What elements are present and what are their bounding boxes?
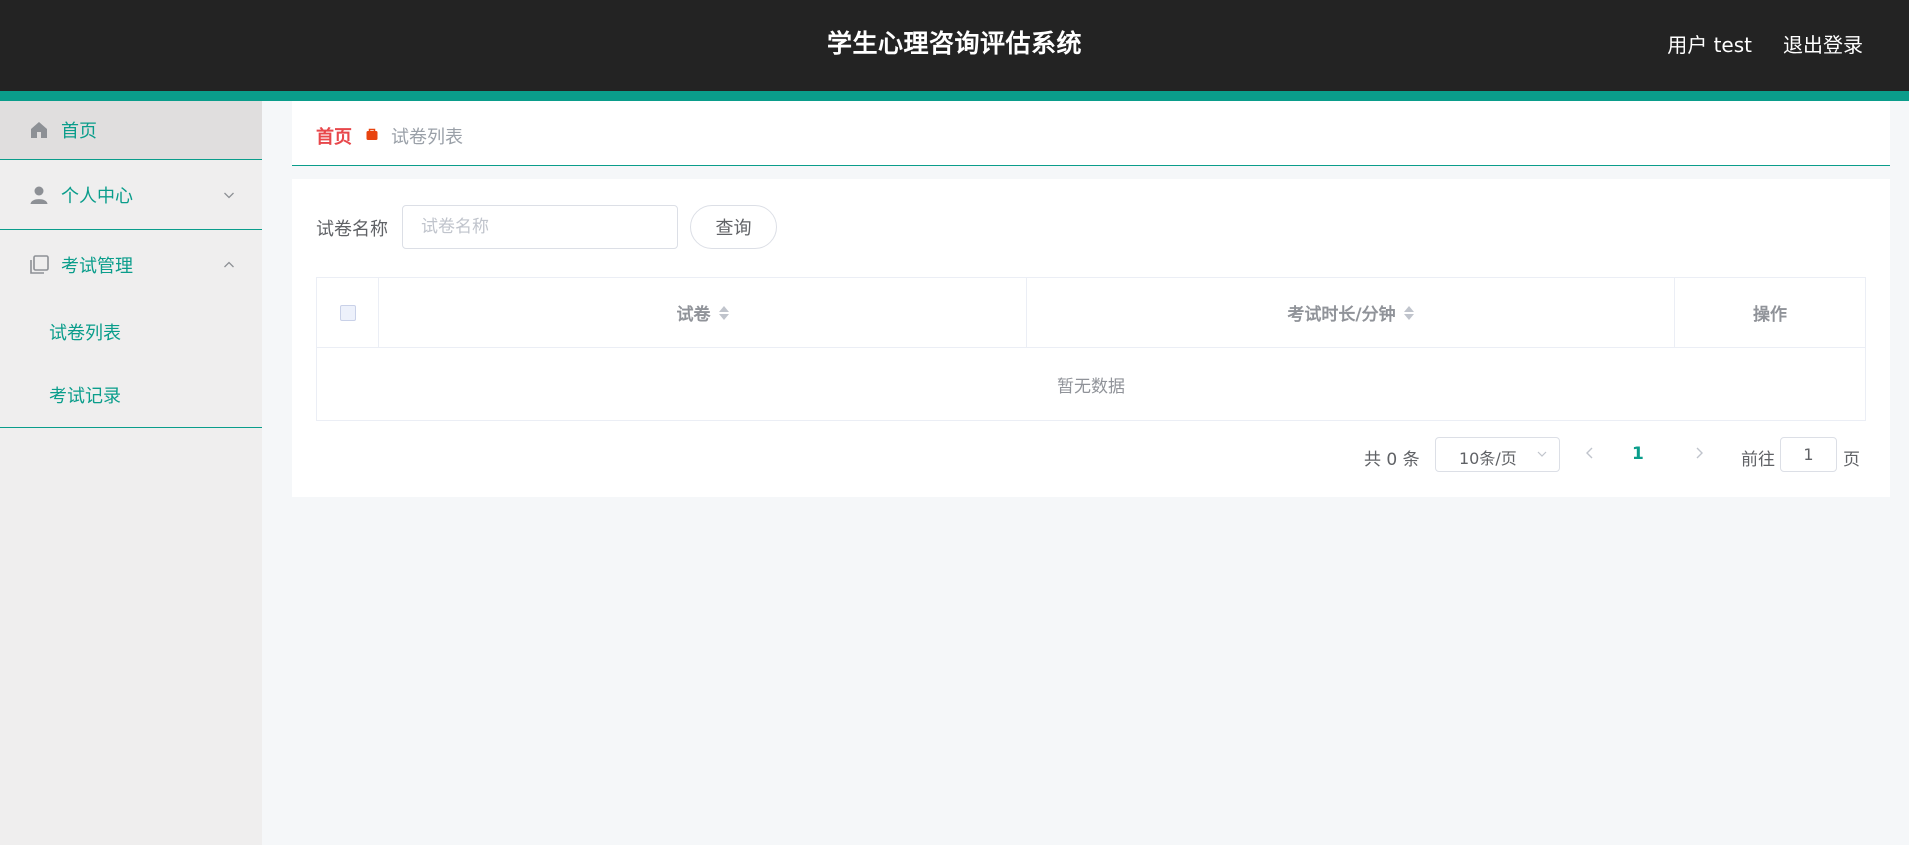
paper-table: 试卷 考试时长/分钟 操作 暂无数据 [316, 277, 1866, 421]
breadcrumb: 首页 试卷列表 [292, 101, 1890, 166]
column-header-label: 操作 [1753, 305, 1787, 325]
column-header-label: 考试时长/分钟 [1287, 305, 1396, 325]
page-number-current[interactable]: 1 [1632, 444, 1644, 464]
user-icon [28, 184, 50, 206]
column-header-duration[interactable]: 考试时长/分钟 [1027, 278, 1675, 347]
top-header: 学生心理咨询评估系统 用户 test 退出登录 [0, 0, 1909, 91]
logout-button[interactable]: 退出登录 [1783, 29, 1863, 58]
content-card: 试卷名称 查询 试卷 考试时长/分钟 操作 暂无数据 共 0 条 10条/页 1 [292, 179, 1890, 497]
sidebar-item-home[interactable]: 首页 [0, 101, 262, 160]
next-page-icon[interactable] [1692, 445, 1706, 461]
goto-page-input[interactable] [1780, 437, 1837, 472]
sort-icon[interactable] [718, 305, 729, 320]
page-size-value: 10条/页 [1459, 449, 1517, 468]
table-header-row: 试卷 考试时长/分钟 操作 [317, 278, 1865, 348]
sidebar: 首页 个人中心 考试管理 试卷列表 考试记录 [0, 101, 262, 845]
header-accent-bar [0, 91, 1909, 101]
column-header-paper[interactable]: 试卷 [379, 278, 1027, 347]
sidebar-item-exam-management[interactable]: 考试管理 [0, 230, 262, 300]
breadcrumb-home-link[interactable]: 首页 [316, 123, 352, 149]
search-label: 试卷名称 [316, 219, 388, 240]
sidebar-item-personal-center[interactable]: 个人中心 [0, 160, 262, 230]
chevron-up-icon [224, 261, 234, 268]
sidebar-subitem-paper-list[interactable]: 试卷列表 [0, 300, 262, 363]
column-header-operations: 操作 [1675, 278, 1865, 347]
sidebar-subitem-label: 考试记录 [49, 385, 121, 407]
sidebar-subitem-label: 试卷列表 [49, 322, 121, 344]
chevron-down-icon [224, 192, 234, 198]
home-icon [28, 119, 50, 141]
sort-icon[interactable] [1403, 305, 1414, 320]
select-all-cell [317, 278, 379, 347]
query-button[interactable]: 查询 [690, 205, 777, 249]
bag-icon [366, 128, 378, 140]
paper-name-search-input[interactable] [402, 205, 678, 249]
sidebar-item-label: 首页 [61, 121, 97, 142]
divider [0, 427, 262, 428]
pagination-total: 共 0 条 [1364, 450, 1420, 470]
goto-label: 前往 [1741, 450, 1775, 470]
select-all-checkbox[interactable] [339, 304, 356, 321]
sidebar-item-label: 考试管理 [61, 256, 133, 277]
prev-page-icon[interactable] [1583, 445, 1597, 461]
sidebar-subitem-exam-records[interactable]: 考试记录 [0, 363, 262, 426]
column-header-label: 试卷 [676, 305, 711, 325]
empty-table-text: 暂无数据 [1057, 376, 1125, 397]
sidebar-item-label: 个人中心 [61, 185, 133, 207]
breadcrumb-current: 试卷列表 [391, 127, 463, 148]
page-size-select[interactable]: 10条/页 [1435, 437, 1560, 472]
chevron-down-icon [1537, 451, 1547, 457]
current-user: 用户 test [1667, 33, 1752, 57]
copy-icon [28, 254, 50, 276]
app-title: 学生心理咨询评估系统 [826, 29, 1082, 58]
page-suffix: 页 [1843, 450, 1860, 470]
